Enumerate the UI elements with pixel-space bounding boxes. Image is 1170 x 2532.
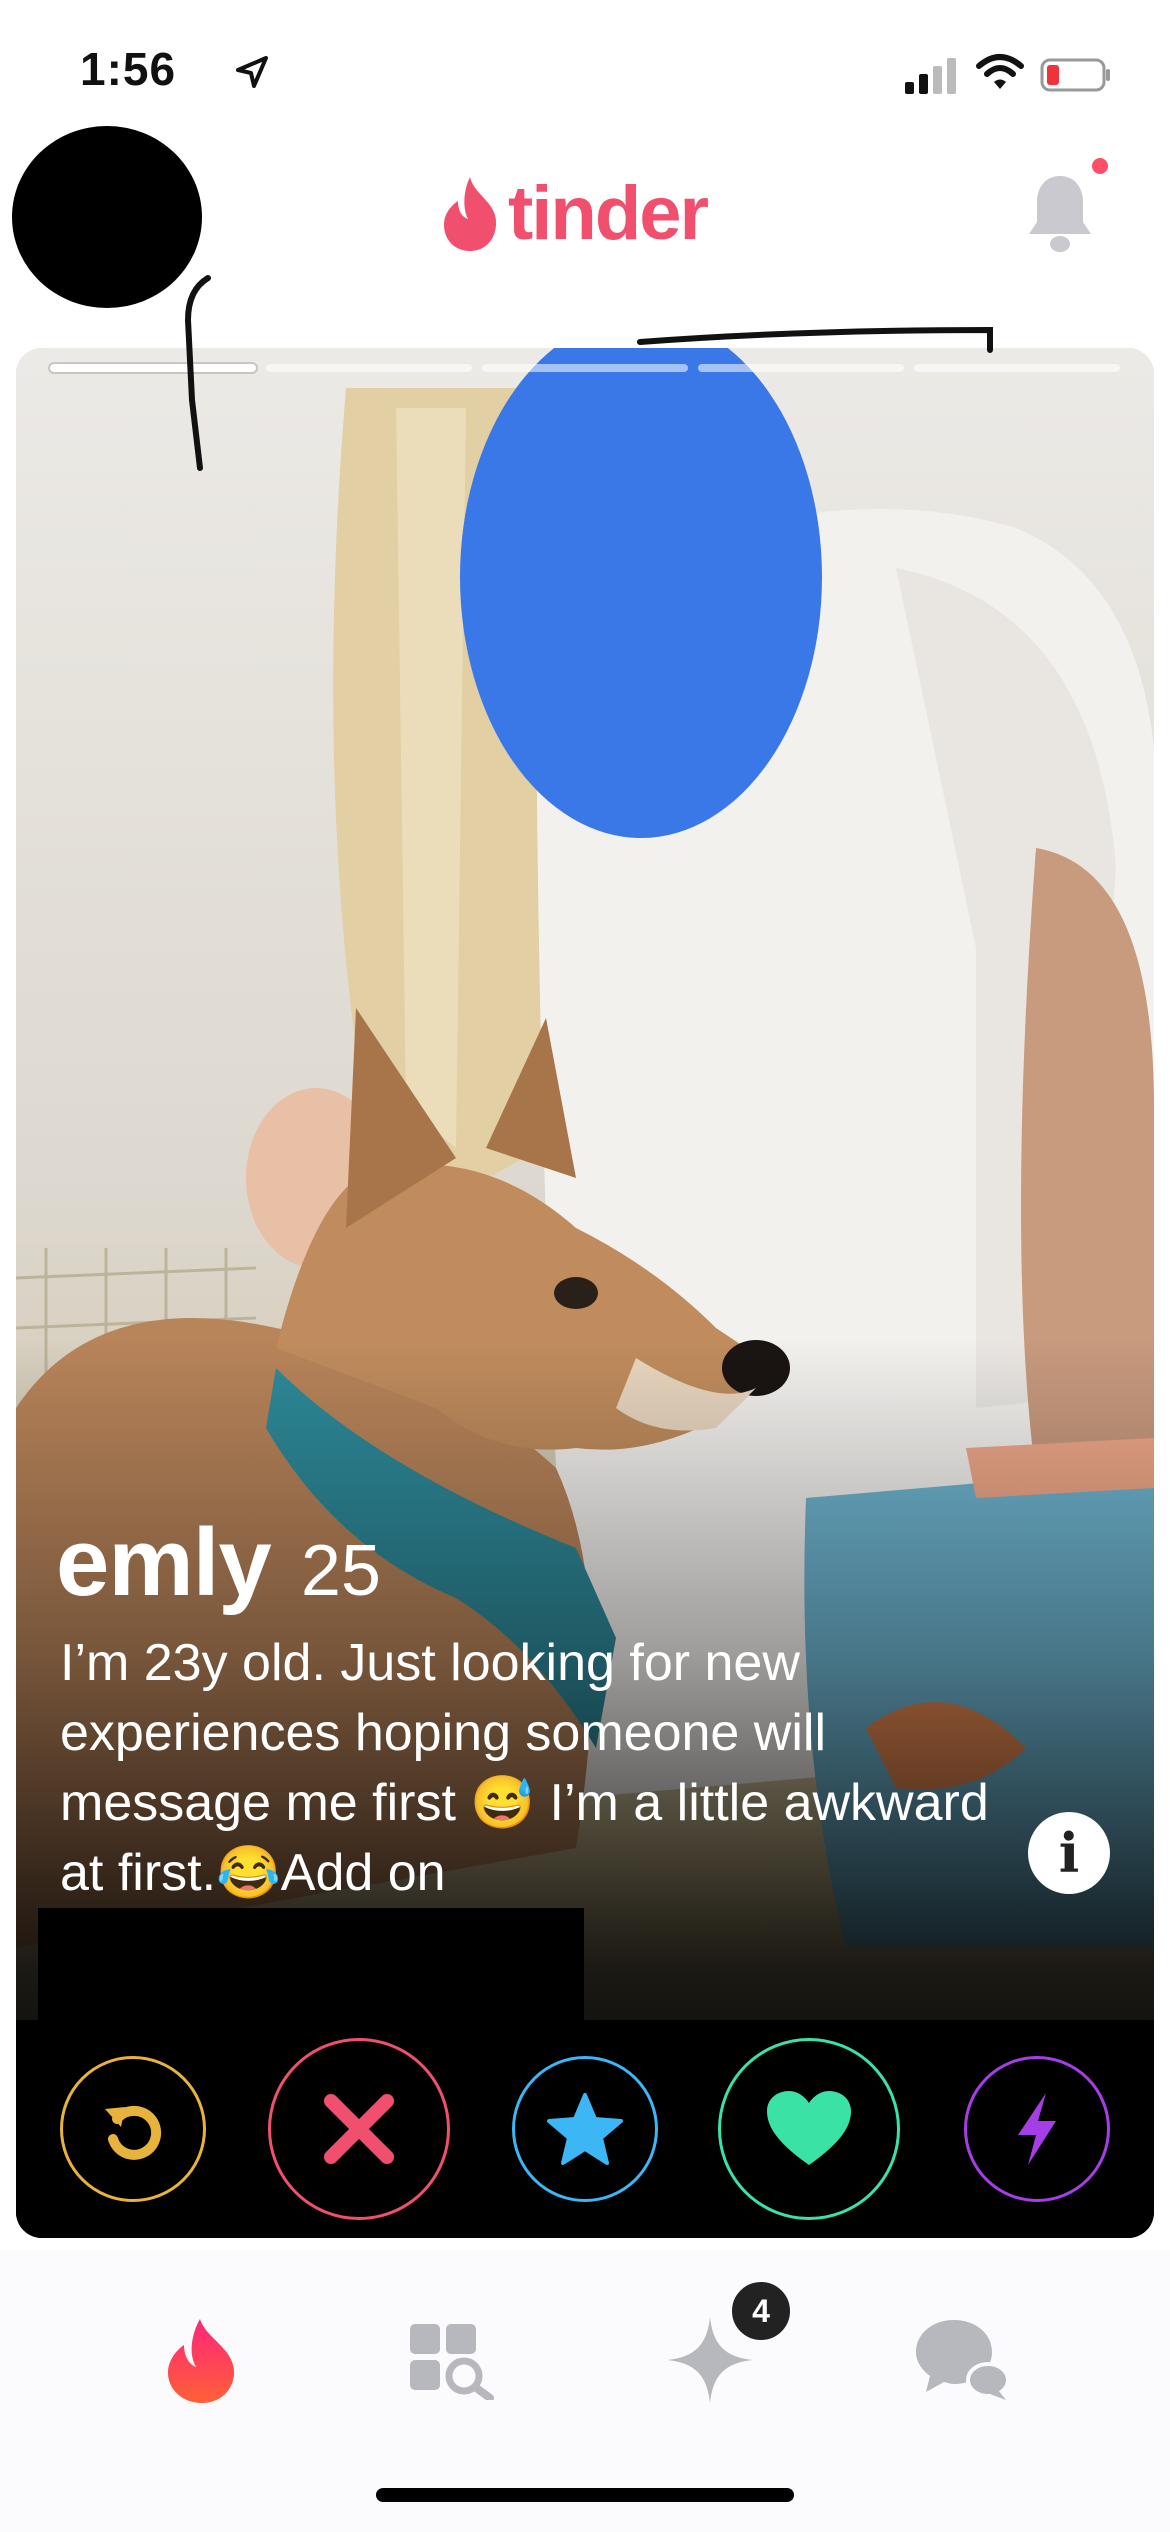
status-time: 1:56 (80, 43, 177, 95)
like-button[interactable] (718, 2038, 900, 2220)
flame-logo-icon (444, 177, 497, 251)
star-icon (547, 2093, 623, 2165)
cellular-signal-icon (905, 58, 956, 94)
super-like-button[interactable] (512, 2056, 658, 2202)
boost-button[interactable] (964, 2056, 1110, 2202)
rewind-icon (105, 2105, 162, 2160)
location-arrow-icon (236, 56, 268, 88)
heart-icon (767, 2091, 851, 2165)
photo-indicator[interactable] (50, 364, 256, 372)
tab-explore[interactable] (402, 2310, 502, 2410)
profile-avatar-redacted[interactable] (12, 126, 202, 308)
action-buttons-bar (16, 2020, 1154, 2238)
profile-name-row: emly 25 (56, 1508, 381, 1618)
profile-age: 25 (300, 1531, 381, 1611)
photo-indicator[interactable] (266, 364, 472, 372)
photo-progress-bar (50, 364, 1120, 372)
explore-icon (410, 2324, 494, 2400)
tab-messages[interactable] (912, 2310, 1012, 2410)
x-icon (324, 2094, 394, 2164)
rewind-button[interactable] (60, 2056, 206, 2202)
bio-redaction-bar (38, 1908, 584, 2020)
photo-indicator[interactable] (482, 364, 688, 372)
tinder-logo[interactable]: tinder (440, 168, 709, 258)
battery-icon (1040, 58, 1110, 92)
nope-button[interactable] (268, 2038, 450, 2220)
tab-discover[interactable] (152, 2310, 252, 2410)
notification-dot (1092, 158, 1108, 174)
bolt-icon (1018, 2093, 1056, 2165)
info-icon[interactable]: i (1028, 1812, 1110, 1894)
profile-card[interactable]: emly 25 I’m 23y old. Just looking for ne… (16, 348, 1154, 2238)
flame-icon (168, 2319, 235, 2403)
photo-indicator[interactable] (914, 364, 1120, 372)
logo-wordmark: tinder (508, 170, 709, 256)
home-indicator[interactable] (376, 2488, 794, 2502)
profile-bio: I’m 23y old. Just looking for new experi… (60, 1634, 989, 1902)
chat-icon (916, 2320, 1010, 2400)
wifi-icon (976, 54, 1024, 89)
profile-name: emly (56, 1509, 272, 1616)
top-picks-badge: 4 (728, 2278, 794, 2344)
notification-bell-icon[interactable] (1025, 170, 1095, 256)
photo-indicator[interactable] (698, 364, 904, 372)
